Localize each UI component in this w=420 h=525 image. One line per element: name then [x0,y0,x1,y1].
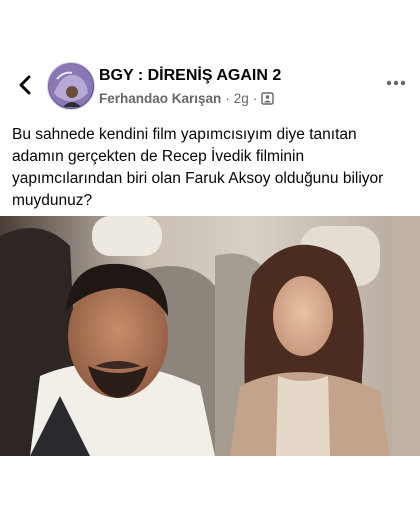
author-name[interactable]: Ferhandao Karışan [99,91,221,106]
group-avatar-image [49,64,93,108]
post-meta: Ferhandao Karışan · 2g · [99,91,275,106]
post-photo[interactable] [0,216,420,456]
back-button[interactable] [14,72,36,98]
post-header: BGY : DİRENİŞ AGAIN 2 Ferhandao Karışan … [0,60,420,112]
movie-scene-image [0,216,420,456]
meta-separator-2: · [252,91,258,106]
group-members-icon [261,92,275,105]
group-avatar[interactable] [47,62,95,110]
more-options-icon [386,80,406,86]
back-arrow-icon [19,75,31,95]
post-time[interactable]: 2g [234,91,249,106]
more-options-button[interactable] [383,74,409,92]
meta-separator: · [225,91,230,106]
post-text: Bu sahnede kendini film yapımcısıyım diy… [12,126,384,209]
group-name[interactable]: BGY : DİRENİŞ AGAIN 2 [99,67,281,85]
